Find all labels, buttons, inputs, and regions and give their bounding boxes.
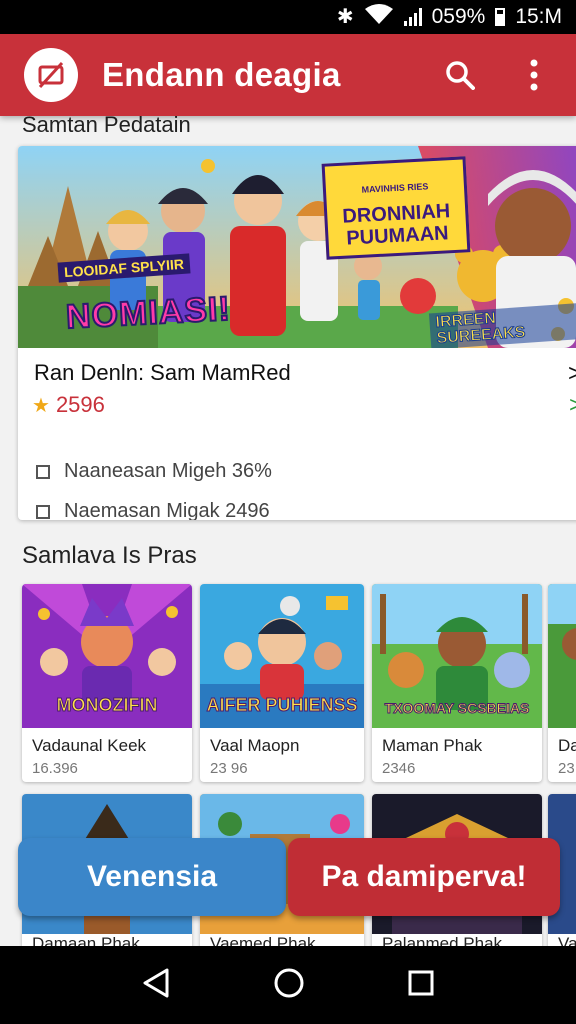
featured-banner[interactable]: LOOIDAF SPLYIIR NOMIASI! MAVINHIS RIES D… xyxy=(18,146,576,348)
game-thumbnail: TXOOMAY SCSBEIAS xyxy=(372,584,542,728)
tile-count: 2346 xyxy=(382,760,416,777)
popular-section-title: Samlava Is Pras xyxy=(22,542,197,569)
battery-percent: 059% xyxy=(431,5,486,28)
checkbox[interactable] xyxy=(36,504,50,519)
wifi-icon xyxy=(364,3,394,31)
home-icon xyxy=(274,968,304,997)
game-thumbnail xyxy=(548,584,576,728)
app-logo[interactable] xyxy=(24,48,78,102)
primary-action-button[interactable]: Venensia xyxy=(18,838,286,916)
tile-count: 23 xyxy=(558,760,575,777)
no-image-icon xyxy=(38,61,64,89)
search-button[interactable] xyxy=(440,55,480,95)
chevron-right-green-icon[interactable]: > xyxy=(569,392,576,418)
tile-name: Maman Phak xyxy=(382,736,483,755)
tile-name: Da xyxy=(558,736,576,755)
back-icon xyxy=(143,968,169,997)
featured-option-1[interactable]: Naaneasan Migeh 36% xyxy=(36,460,272,483)
back-button[interactable] xyxy=(141,967,171,1004)
tile-art-title: TXOOMAY SCSBEIAS xyxy=(384,700,530,716)
chevron-right-icon[interactable]: > xyxy=(568,360,576,388)
main-content[interactable]: Samtan Pedatain LOOIDAF SPLYIIR NOMIASI!… xyxy=(0,116,576,948)
clock: 15:M xyxy=(515,5,562,28)
game-tile[interactable]: MONOZIFIN Vadaunal Keek 16.396 xyxy=(22,584,192,782)
tile-count: 23 96 xyxy=(210,760,248,777)
featured-card[interactable]: LOOIDAF SPLYIIR NOMIASI! MAVINHIS RIES D… xyxy=(18,146,576,520)
banner-headline-right: MAVINHIS RIES DRONNIAH PUUMAAN xyxy=(321,156,471,260)
featured-rating: ★ 2596 xyxy=(32,392,105,418)
banner-headline-right-main: DRONNIAH PUUMAAN xyxy=(341,200,451,250)
tile-art-title: AIFER PUHIENSS xyxy=(206,695,358,716)
game-tile[interactable]: Da 23 xyxy=(548,584,576,782)
tile-art-title: MONOZIFIN xyxy=(56,695,158,716)
featured-title[interactable]: Ran Denln: Sam MamRed xyxy=(34,360,291,386)
featured-option-2[interactable]: Naemasan Migak 2496 xyxy=(36,500,270,520)
recents-button[interactable] xyxy=(407,969,435,1002)
home-button[interactable] xyxy=(273,967,305,1004)
status-bar: ✱ 059% 15:M xyxy=(0,0,576,34)
checkbox[interactable] xyxy=(36,464,50,479)
tile-name: Vaal Maopn xyxy=(210,736,300,755)
banner-headline-right-small: MAVINHIS RIES xyxy=(361,181,429,195)
game-tile[interactable]: TXOOMAY SCSBEIAS Maman Phak 2346 xyxy=(372,584,542,782)
more-vert-icon xyxy=(530,59,538,91)
game-thumbnail: AIFER PUHIENSS xyxy=(200,584,364,728)
game-tile[interactable]: AIFER PUHIENSS Vaal Maopn 23 96 xyxy=(200,584,364,782)
option-label: Naemasan Migak 2496 xyxy=(64,500,270,520)
star-icon: ★ xyxy=(32,394,50,417)
recents-icon xyxy=(408,970,434,995)
option-label: Naaneasan Migeh 36% xyxy=(64,460,272,482)
app-bar: Endann deagia xyxy=(0,34,576,116)
app-title: Endann deagia xyxy=(102,56,341,93)
featured-section-title: Samtan Pedatain xyxy=(22,116,191,137)
tile-name: Vadaunal Keek xyxy=(32,736,147,755)
notification-icon: ✱ xyxy=(336,6,354,28)
rating-value: 2596 xyxy=(55,392,105,417)
tile-count: 16.396 xyxy=(32,760,78,777)
game-thumbnail: MONOZIFIN xyxy=(22,584,192,728)
screen: ✱ 059% 15:M Endann deagia Samtan Pedatai… xyxy=(0,0,576,1024)
overflow-menu-button[interactable] xyxy=(514,55,554,95)
secondary-action-button[interactable]: Pa damiperva! xyxy=(288,838,560,916)
search-icon xyxy=(446,61,475,90)
battery-icon xyxy=(495,8,506,26)
signal-icon xyxy=(403,8,422,26)
system-nav-bar xyxy=(0,946,576,1024)
